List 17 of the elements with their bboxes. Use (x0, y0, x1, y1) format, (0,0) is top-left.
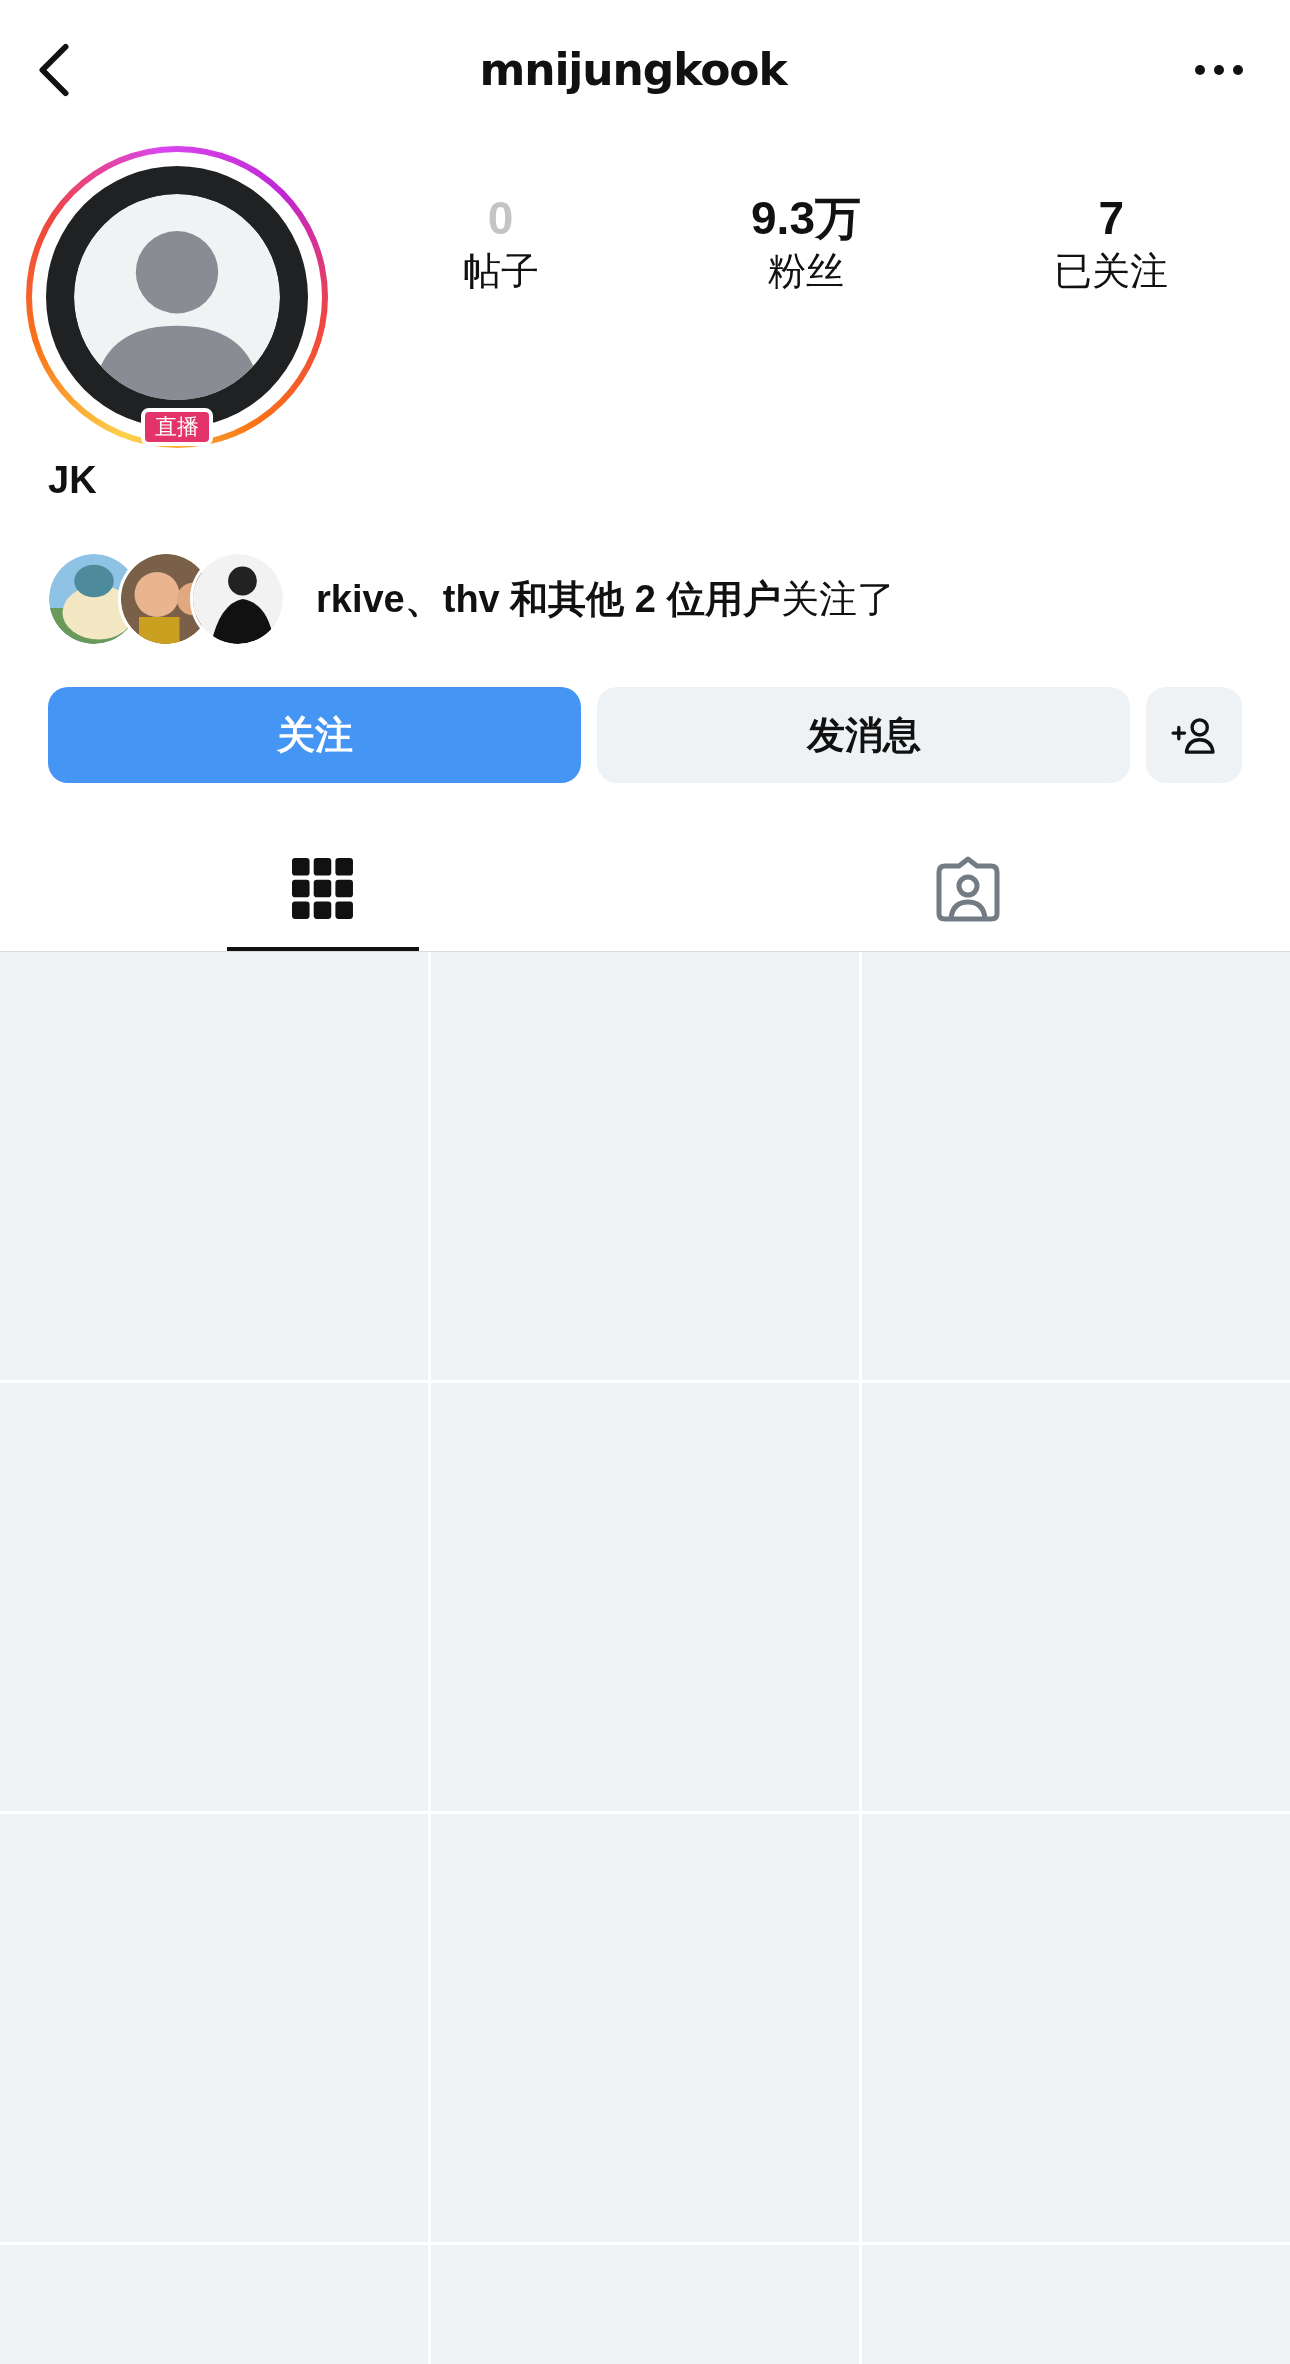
username-title: mnijungkook (479, 43, 787, 97)
stat-label[interactable]: 粉丝 (768, 246, 844, 296)
mutual-followers-text[interactable]: rkive、thv 和其他 2 位用户关注了 (316, 570, 895, 628)
stat-value: 7 (1098, 191, 1125, 246)
profile-name: JK (48, 459, 97, 501)
live-badge: 直播 (141, 408, 213, 446)
back-icon[interactable] (36, 41, 72, 99)
stat-value: 0 (487, 191, 514, 246)
more-icon[interactable] (1194, 64, 1244, 76)
default-avatar-icon (74, 194, 280, 400)
grid-icon (291, 858, 354, 920)
stat-label[interactable]: 已关注 (1054, 246, 1169, 296)
add-person-button[interactable] (1146, 687, 1242, 783)
tagged-person-icon (934, 856, 1001, 922)
stat-value: 9.3万 (751, 191, 861, 246)
message-button[interactable]: 发消息 (597, 687, 1130, 783)
add-person-icon (1171, 716, 1217, 754)
